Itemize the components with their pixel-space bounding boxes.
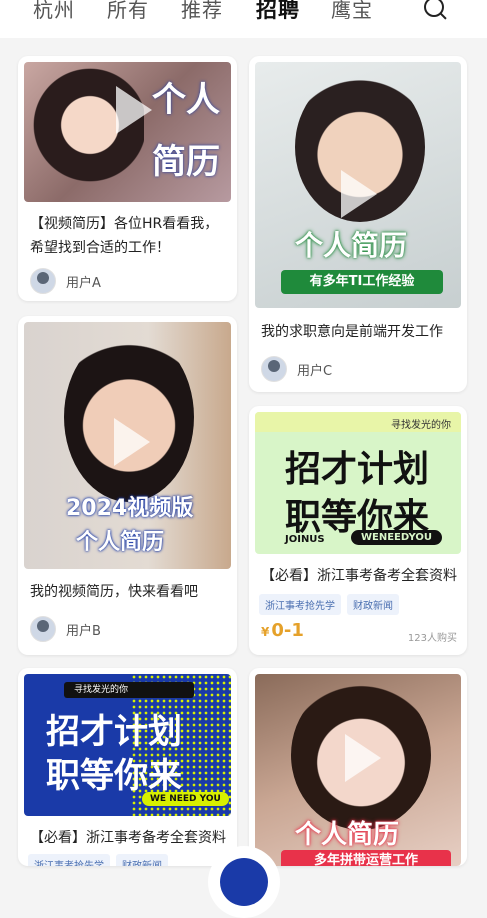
card-title: 【视频简历】各位HR看看我，希望找到合适的工作！ bbox=[30, 216, 219, 256]
user-row[interactable]: 用户A bbox=[30, 268, 101, 294]
thumbnail-text: 个人简历 bbox=[295, 229, 408, 262]
play-icon bbox=[341, 170, 377, 218]
thumbnail-text: 招才计划 bbox=[46, 712, 182, 752]
thumbnail-text: JOINUS bbox=[285, 534, 325, 545]
video-thumbnail: 个人简历 多年拼带运营工作 bbox=[255, 674, 461, 866]
tab-recruit[interactable]: 招聘 bbox=[256, 0, 300, 24]
top-tab-bar: 杭州 所有 推荐 招聘 鹰宝 bbox=[0, 0, 487, 38]
tag-list: 浙江事考抢先学 财政新闻 bbox=[259, 594, 399, 615]
card-title: 【必看】浙江事考备考全套资料 bbox=[261, 568, 457, 584]
user-row[interactable]: 用户B bbox=[30, 616, 101, 642]
video-thumbnail: 个人 简历 bbox=[24, 62, 231, 202]
username: 用户A bbox=[66, 275, 101, 291]
avatar bbox=[30, 616, 56, 642]
tab-hangzhou[interactable]: 杭州 bbox=[33, 0, 75, 23]
material-thumbnail: 寻找发光的你 招才计划 职等你来 JOINUS WENEEDYOU bbox=[255, 412, 461, 554]
video-card-resume-f[interactable]: 个人简历 多年拼带运营工作 bbox=[249, 668, 467, 866]
tab-all[interactable]: 所有 bbox=[107, 0, 149, 23]
tag[interactable]: 浙江事考抢先学 bbox=[28, 854, 110, 866]
price: ¥0-1 bbox=[261, 620, 304, 641]
avatar bbox=[261, 356, 287, 382]
username: 用户C bbox=[297, 363, 333, 379]
video-card-resume-c[interactable]: 个人简历 有多年TI工作经验 我的求职意向是前端开发工作 用户C bbox=[249, 56, 467, 392]
card-title: 我的视频简历，快来看看吧 bbox=[30, 584, 198, 600]
video-card-resume-a[interactable]: 个人 简历 【视频简历】各位HR看看我，希望找到合适的工作！ 用户A bbox=[18, 56, 237, 301]
tab-recommend[interactable]: 推荐 bbox=[181, 0, 223, 23]
thumbnail-text: 有多年TI工作经验 bbox=[281, 270, 443, 294]
user-row[interactable]: 用户C bbox=[261, 356, 332, 382]
video-thumbnail: 2024视频版 个人简历 bbox=[24, 322, 231, 569]
thumbnail-text: 2024视频版 bbox=[66, 496, 194, 521]
play-icon bbox=[116, 86, 152, 134]
tag[interactable]: 财政新闻 bbox=[116, 854, 168, 866]
thumbnail-text: 多年拼带运营工作 bbox=[281, 850, 451, 866]
thumbnail-text: WE NEED YOU bbox=[142, 792, 229, 806]
purchase-count: 123人购买 bbox=[407, 633, 457, 644]
tab-yingbao[interactable]: 鹰宝 bbox=[331, 0, 373, 23]
tag[interactable]: 财政新闻 bbox=[347, 594, 399, 615]
thumbnail-text: 职等你来 bbox=[46, 756, 182, 796]
avatar bbox=[30, 268, 56, 294]
thumbnail-small-text: 寻找发光的你 bbox=[64, 682, 194, 698]
thumbnail-text: 个人简历 bbox=[76, 530, 165, 555]
tag[interactable]: 浙江事考抢先学 bbox=[259, 594, 341, 615]
material-thumbnail: 寻找发光的你 招才计划 职等你来 WE NEED YOU bbox=[24, 674, 231, 816]
play-icon bbox=[345, 734, 381, 782]
thumbnail-text: 个人简历 bbox=[295, 820, 400, 850]
material-card[interactable]: 寻找发光的你 招才计划 职等你来 WE NEED YOU 【必看】浙江事考备考全… bbox=[18, 668, 237, 866]
tag-list: 浙江事考抢先学 财政新闻 bbox=[28, 854, 168, 866]
thumbnail-text: 个人 bbox=[152, 80, 220, 120]
bottom-floating-button[interactable] bbox=[208, 846, 280, 918]
play-icon bbox=[114, 418, 150, 466]
username: 用户B bbox=[66, 623, 101, 639]
card-title: 我的求职意向是前端开发工作 bbox=[261, 324, 443, 340]
thumbnail-text: 简历 bbox=[152, 142, 220, 182]
video-card-resume-b[interactable]: 2024视频版 个人简历 我的视频简历，快来看看吧 用户B bbox=[18, 316, 237, 655]
thumbnail-text: 招才计划 bbox=[285, 449, 430, 490]
thumbnail-small-text: 寻找发光的你 bbox=[391, 420, 451, 431]
material-card[interactable]: 寻找发光的你 招才计划 职等你来 JOINUS WENEEDYOU 【必看】浙江… bbox=[249, 406, 467, 655]
card-title: 【必看】浙江事考备考全套资料 bbox=[30, 830, 226, 846]
search-icon[interactable] bbox=[424, 0, 444, 17]
video-thumbnail: 个人简历 有多年TI工作经验 bbox=[255, 62, 461, 308]
thumbnail-text: WENEEDYOU bbox=[351, 530, 442, 545]
